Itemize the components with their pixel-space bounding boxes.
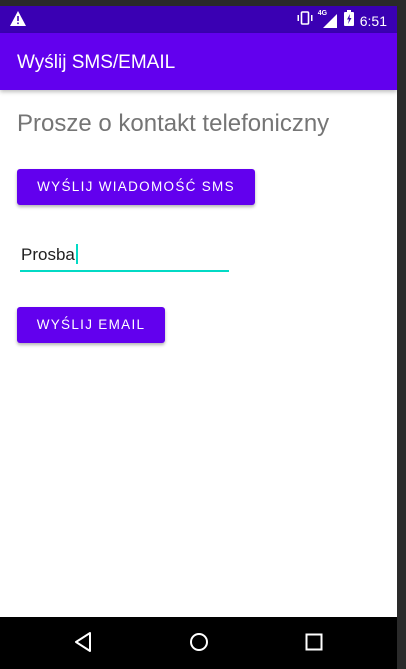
main-content: Prosze o kontakt telefoniczny WYŚLIJ WIA… bbox=[0, 90, 397, 617]
status-bar: 4G 6:51 bbox=[0, 6, 397, 33]
phone-screen: 4G 6:51 Wyślij SMS/EMAIL Prosze o kontak… bbox=[0, 6, 397, 669]
navigation-bar bbox=[0, 617, 397, 669]
back-icon[interactable] bbox=[73, 631, 93, 658]
vibrate-icon bbox=[296, 11, 314, 30]
app-bar: Wyślij SMS/EMAIL bbox=[0, 33, 397, 90]
warning-icon bbox=[10, 11, 26, 31]
message-input-value: Prosba bbox=[21, 245, 75, 264]
contact-heading: Prosze o kontakt telefoniczny bbox=[17, 110, 330, 137]
text-caret bbox=[75, 244, 78, 264]
message-input-text: Prosba bbox=[21, 244, 78, 265]
status-time: 6:51 bbox=[359, 12, 387, 29]
app-title: Wyślij SMS/EMAIL bbox=[17, 52, 176, 73]
message-input[interactable]: Prosba bbox=[20, 240, 229, 272]
send-sms-button[interactable]: WYŚLIJ WIADOMOŚĆ SMS bbox=[17, 169, 255, 205]
signal-icon: 4G bbox=[318, 10, 338, 29]
recents-icon[interactable] bbox=[304, 632, 324, 657]
battery-icon bbox=[343, 10, 354, 31]
send-email-button[interactable]: WYŚLIJ EMAIL bbox=[17, 307, 165, 343]
device-frame-right bbox=[397, 0, 406, 669]
home-icon[interactable] bbox=[188, 631, 210, 658]
